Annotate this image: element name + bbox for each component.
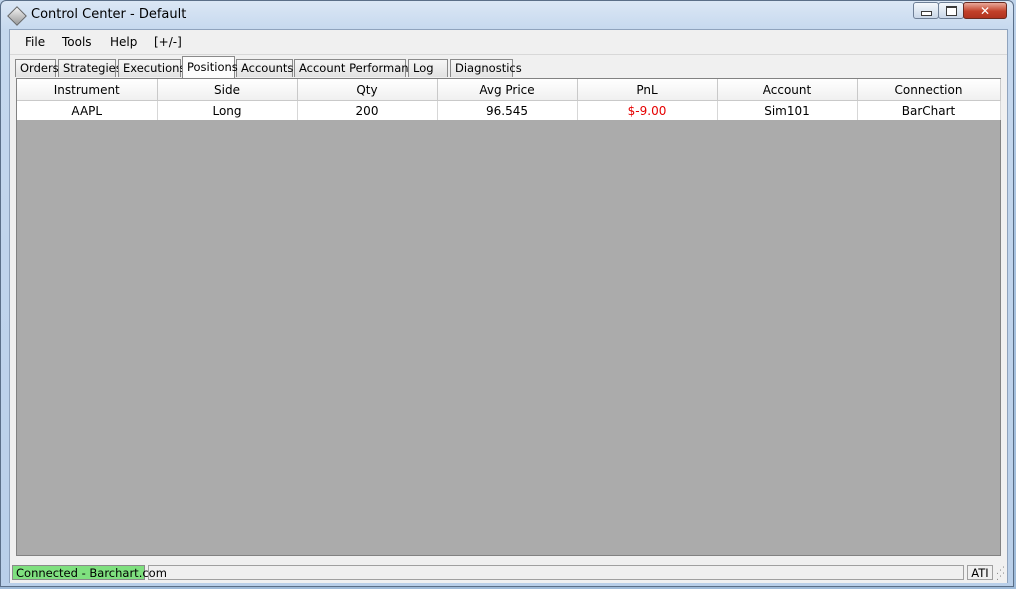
menu-help[interactable]: Help xyxy=(110,35,137,49)
positions-grid[interactable]: Instrument Side Qty Avg Price PnL Accoun… xyxy=(16,78,1001,556)
cell-side: Long xyxy=(157,100,298,120)
connection-status: Connected - Barchart.com xyxy=(12,565,167,580)
column-header-qty[interactable]: Qty xyxy=(297,79,438,101)
minimize-button[interactable] xyxy=(913,2,939,19)
cell-connection: BarChart xyxy=(857,100,1001,120)
cell-pnl: $-9.00 xyxy=(577,100,718,120)
window-title: Control Center - Default xyxy=(31,7,187,22)
client-area: File Tools Help [+/-] Orders Strategies … xyxy=(9,29,1008,583)
column-header-instrument[interactable]: Instrument xyxy=(17,79,158,101)
ati-status: ATI xyxy=(967,565,993,580)
cell-qty: 200 xyxy=(297,100,438,120)
positions-table: Instrument Side Qty Avg Price PnL Accoun… xyxy=(17,79,1001,120)
menu-bar: File Tools Help [+/-] xyxy=(10,30,1007,55)
tab-orders[interactable]: Orders xyxy=(15,59,59,77)
cell-avg-price: 96.545 xyxy=(437,100,578,120)
tab-diagnostics[interactable]: Diagnostics xyxy=(450,59,522,77)
menu-file[interactable]: File xyxy=(25,35,45,49)
column-header-pnl[interactable]: PnL xyxy=(577,79,718,101)
maximize-icon xyxy=(945,5,957,16)
status-message-panel xyxy=(148,565,964,580)
tab-log[interactable]: Log xyxy=(408,59,448,77)
title-bar[interactable]: Control Center - Default ✕ xyxy=(1,1,1013,29)
menu-toggle-panel[interactable]: [+/-] xyxy=(154,35,182,49)
column-header-connection[interactable]: Connection xyxy=(857,79,1001,101)
tab-positions[interactable]: Positions xyxy=(182,56,238,78)
app-icon xyxy=(7,6,27,26)
cell-instrument: AAPL xyxy=(17,100,158,120)
tab-executions[interactable]: Executions xyxy=(118,59,185,77)
tab-strip: Orders Strategies Executions Positions A… xyxy=(10,56,1007,78)
column-header-side[interactable]: Side xyxy=(157,79,298,101)
tab-account-performance[interactable]: Account Performance xyxy=(294,59,422,77)
maximize-button[interactable] xyxy=(938,2,964,19)
resize-grip-icon[interactable]: ⋰ ⋰ xyxy=(996,567,1006,582)
tab-strategies[interactable]: Strategies xyxy=(58,59,122,77)
close-button[interactable]: ✕ xyxy=(963,2,1007,19)
cell-account: Sim101 xyxy=(717,100,858,120)
close-icon: ✕ xyxy=(979,3,991,18)
column-header-account[interactable]: Account xyxy=(717,79,858,101)
column-header-avg-price[interactable]: Avg Price xyxy=(437,79,578,101)
table-row[interactable]: AAPL Long 200 96.545 $-9.00 Sim101 BarCh… xyxy=(17,100,1001,120)
tab-accounts[interactable]: Accounts xyxy=(236,59,293,77)
control-center-window: Control Center - Default ✕ File Tools He… xyxy=(0,0,1014,587)
positions-header-row: Instrument Side Qty Avg Price PnL Accoun… xyxy=(17,79,1001,101)
menu-tools[interactable]: Tools xyxy=(62,35,92,49)
window-controls: ✕ xyxy=(913,2,1007,19)
status-bar: Connected - Barchart.com ATI ⋰ ⋰ xyxy=(10,563,1007,583)
minimize-icon xyxy=(920,10,932,16)
